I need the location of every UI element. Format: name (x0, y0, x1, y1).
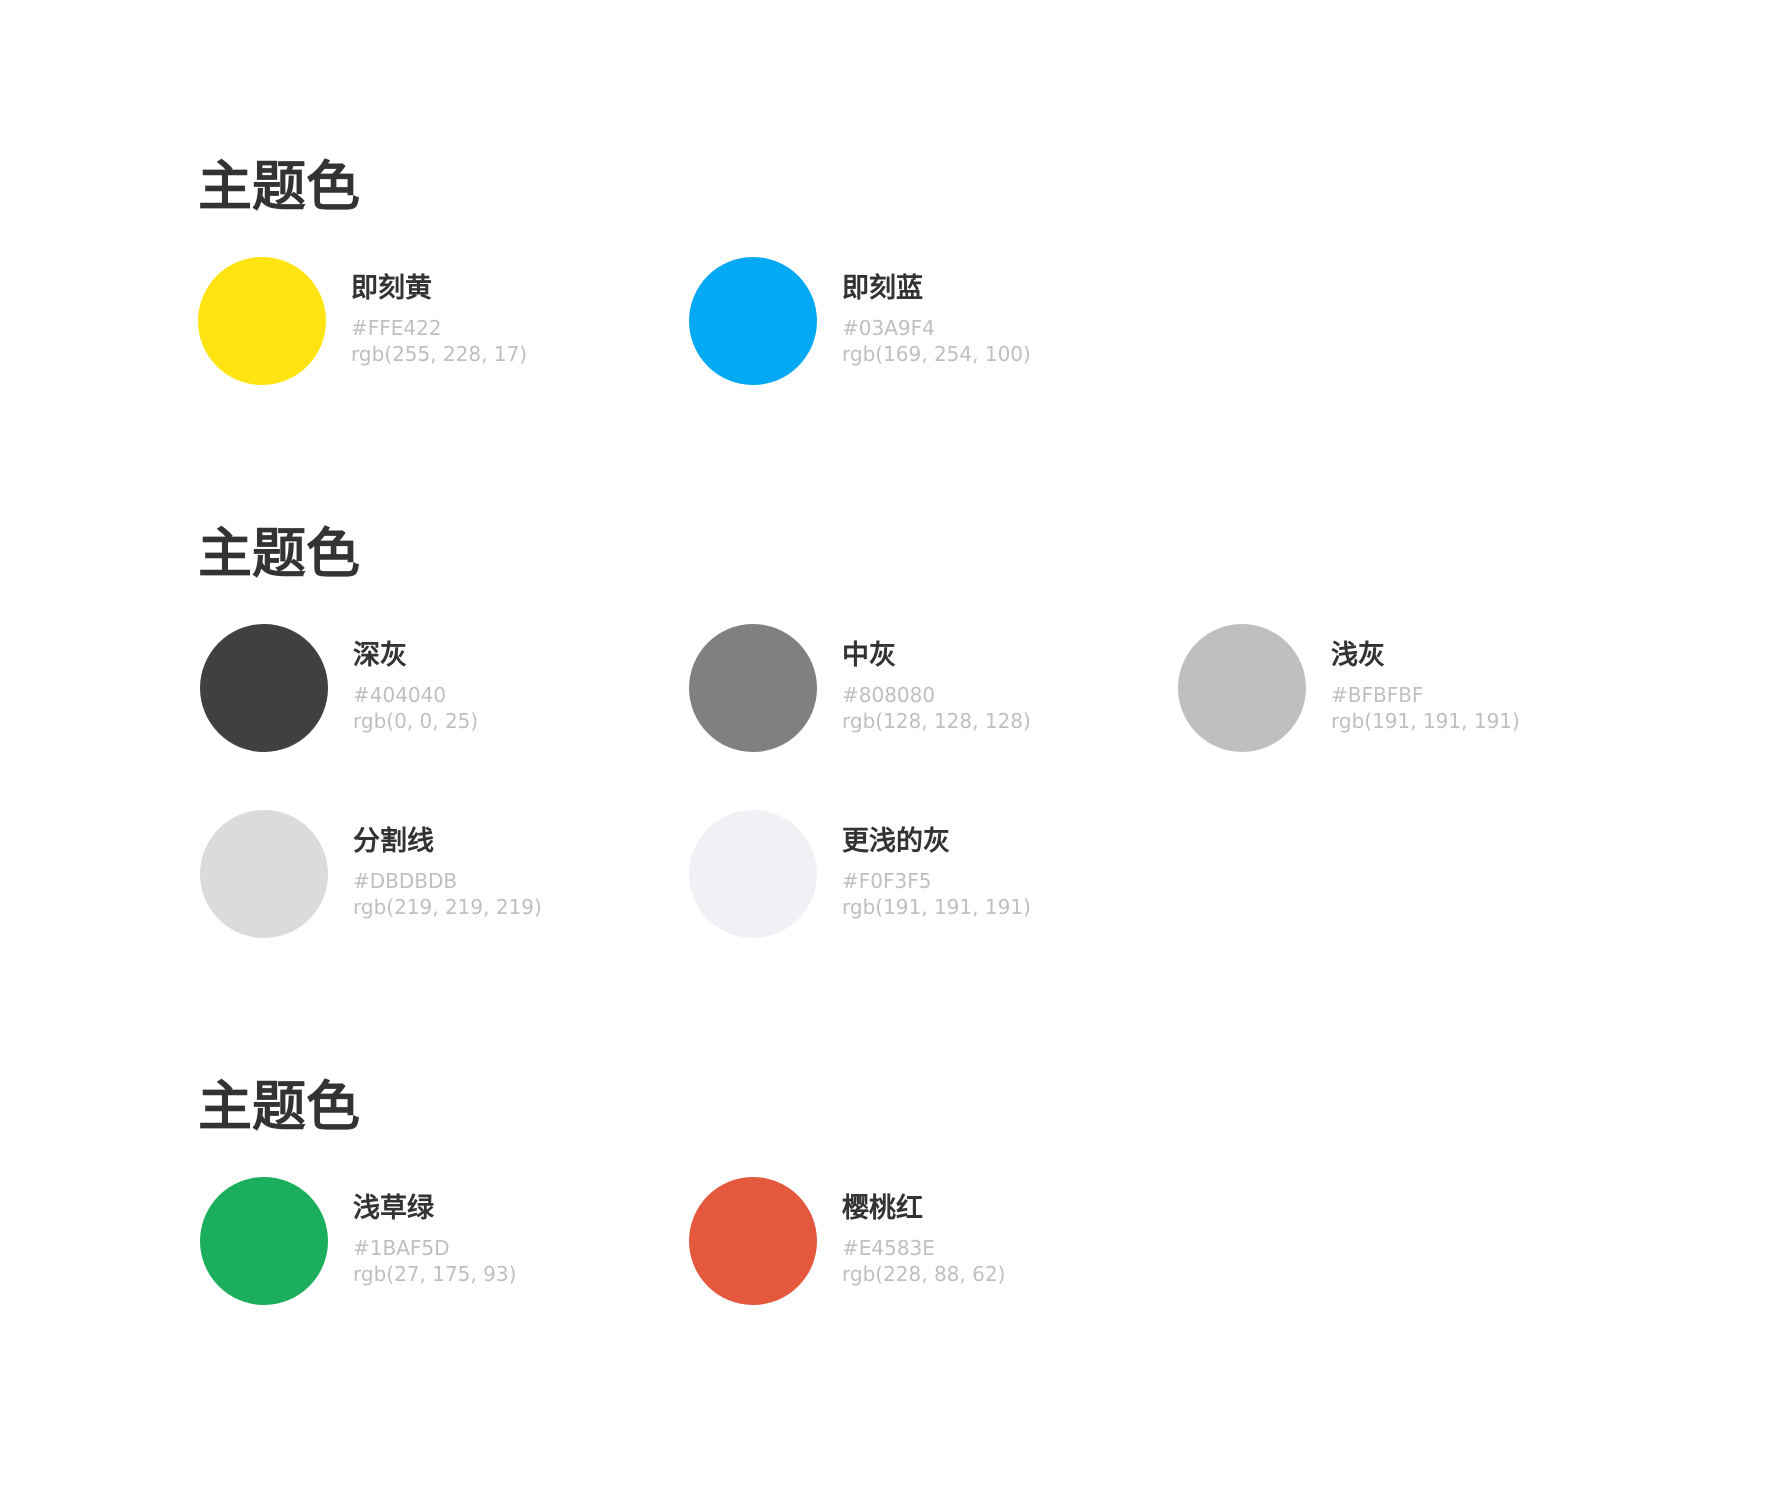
color-hex: #DBDBDB (353, 869, 458, 893)
color-swatch-lighter-gray: 更浅的灰 #F0F3F5 rgb(191, 191, 191) (689, 810, 1109, 940)
color-swatch-divider: 分割线 #DBDBDB rgb(219, 219, 219) (200, 810, 620, 940)
color-hex: #1BAF5D (353, 1236, 450, 1260)
section-title: 主题色 (198, 522, 360, 585)
color-hex: #F0F3F5 (842, 869, 932, 893)
color-name: 浅草绿 (353, 1193, 434, 1224)
color-rgb: rgb(228, 88, 62) (842, 1262, 1006, 1286)
color-circle (689, 257, 817, 385)
color-hex: #E4583E (842, 1236, 935, 1260)
color-rgb: rgb(128, 128, 128) (842, 709, 1031, 733)
color-swatch-green: 浅草绿 #1BAF5D rgb(27, 175, 93) (200, 1177, 620, 1307)
color-rgb: rgb(169, 254, 100) (842, 342, 1031, 366)
color-rgb: rgb(0, 0, 25) (353, 709, 479, 733)
color-circle (1178, 624, 1306, 752)
color-circle (689, 1177, 817, 1305)
color-name: 即刻黄 (351, 273, 432, 304)
color-hex: #03A9F4 (842, 316, 935, 340)
color-hex: #BFBFBF (1331, 683, 1424, 707)
color-rgb: rgb(255, 228, 17) (351, 342, 528, 366)
section-title: 主题色 (198, 155, 360, 218)
color-rgb: rgb(191, 191, 191) (1331, 709, 1520, 733)
color-circle (198, 257, 326, 385)
color-name: 浅灰 (1331, 640, 1385, 671)
color-swatch-mid-gray: 中灰 #808080 rgb(128, 128, 128) (689, 624, 1109, 754)
color-rgb: rgb(27, 175, 93) (353, 1262, 517, 1286)
color-rgb: rgb(191, 191, 191) (842, 895, 1031, 919)
color-name: 分割线 (353, 826, 434, 857)
color-name: 中灰 (842, 640, 896, 671)
color-swatch-red: 樱桃红 #E4583E rgb(228, 88, 62) (689, 1177, 1109, 1307)
color-circle (200, 624, 328, 752)
color-swatch-dark-gray: 深灰 #404040 rgb(0, 0, 25) (200, 624, 620, 754)
color-name: 更浅的灰 (842, 826, 950, 857)
color-swatch-light-gray: 浅灰 #BFBFBF rgb(191, 191, 191) (1178, 624, 1598, 754)
color-name: 樱桃红 (842, 1193, 923, 1224)
color-swatch-blue: 即刻蓝 #03A9F4 rgb(169, 254, 100) (689, 257, 1109, 387)
color-rgb: rgb(219, 219, 219) (353, 895, 542, 919)
color-circle (689, 624, 817, 752)
section-title: 主题色 (198, 1075, 360, 1138)
color-name: 即刻蓝 (842, 273, 923, 304)
color-circle (200, 1177, 328, 1305)
color-hex: #404040 (353, 683, 447, 707)
color-circle (200, 810, 328, 938)
color-swatch-yellow: 即刻黄 #FFE422 rgb(255, 228, 17) (198, 257, 618, 387)
color-hex: #FFE422 (351, 316, 442, 340)
color-name: 深灰 (353, 640, 407, 671)
color-circle (689, 810, 817, 938)
color-hex: #808080 (842, 683, 936, 707)
